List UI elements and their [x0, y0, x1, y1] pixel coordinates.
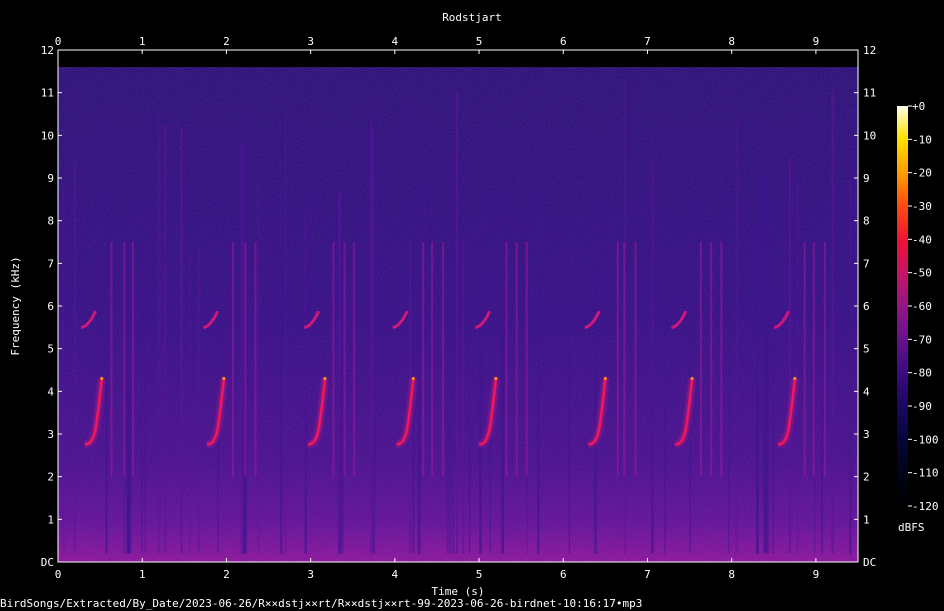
colorbar-tick-label: -110 [912, 467, 939, 480]
y-tick-label-right: 8 [863, 215, 870, 228]
colorbar-tick-label: -30 [912, 200, 932, 213]
x-tick-label-top: 4 [392, 35, 399, 48]
y-tick-label-left: 2 [47, 471, 54, 484]
x-tick-label-bottom: 3 [307, 568, 314, 581]
x-tick-label-top: 1 [139, 35, 146, 48]
y-tick-label-right: 3 [863, 428, 870, 441]
x-tick-label-bottom: 6 [560, 568, 567, 581]
chirp-peak [323, 376, 327, 381]
y-tick-label-right: 10 [863, 129, 876, 142]
chirp-peak [603, 376, 607, 381]
chirp-peak [100, 376, 104, 381]
y-tick-label-left: 4 [47, 385, 54, 398]
y-tick-label-left: 12 [41, 44, 54, 57]
x-tick-label-bottom: 1 [139, 568, 146, 581]
colorbar-tick-label: -120 [912, 500, 939, 513]
colorbar: +0 -10 -20 -30 -40 -50 -60 -70 -80 -90 -100 -110 -12… [897, 100, 939, 534]
y-axis-label: Frequency (kHz) [9, 256, 22, 355]
x-tick-label-top: 9 [813, 35, 820, 48]
y-tick-label-left: 8 [47, 215, 54, 228]
y-tick-label-right: 6 [863, 300, 870, 313]
y-tick-label-left: 6 [47, 300, 54, 313]
y-tick-label-right: 9 [863, 172, 870, 185]
x-tick-label-top: 5 [476, 35, 483, 48]
x-tick-label-top: 3 [307, 35, 314, 48]
spectrogram-plot [57, 49, 859, 563]
x-tick-label-bottom: 9 [813, 568, 820, 581]
colorbar-tick-label: -10 [912, 133, 932, 146]
x-tick-label-bottom: 8 [728, 568, 735, 581]
y-tick-label-left: 3 [47, 428, 54, 441]
colorbar-tick-label: +0 [912, 100, 925, 113]
colorbar-gradient [897, 106, 908, 506]
y-tick-label-right: 1 [863, 513, 870, 526]
x-tick-label-bottom: 4 [392, 568, 399, 581]
y-tick-label-left: 5 [47, 343, 54, 356]
colorbar-tick-label: -20 [912, 167, 932, 180]
x-tick-label-bottom: 7 [644, 568, 651, 581]
y-tick-label-right: 5 [863, 343, 870, 356]
x-tick-label-bottom: 5 [476, 568, 483, 581]
y-tick-label-left: 10 [41, 129, 54, 142]
y-tick-label-right: 2 [863, 471, 870, 484]
chirp-peak [690, 376, 694, 381]
colorbar-ticks: +0 -10 -20 -30 -40 -50 -60 -70 -80 -90 -100 -110 -12… [908, 100, 939, 513]
y-tick-label-right: 11 [863, 87, 876, 100]
colorbar-tick-label: -80 [912, 367, 932, 380]
x-tick-label-bottom: 0 [55, 568, 62, 581]
y-tick-label-left: 9 [47, 172, 54, 185]
chirp-peak [494, 376, 498, 381]
colorbar-tick-label: -40 [912, 233, 932, 246]
x-tick-label-top: 6 [560, 35, 567, 48]
y-tick-label-left: 1 [47, 513, 54, 526]
colorbar-tick-label: -70 [912, 333, 932, 346]
y-tick-label-right: DC [863, 556, 876, 569]
x-tick-label-bottom: 2 [223, 568, 230, 581]
y-tick-label-left: 11 [41, 87, 54, 100]
y-tick-label-right: 12 [863, 44, 876, 57]
chirp-peak [793, 376, 797, 381]
colorbar-tick-label: -100 [912, 433, 939, 446]
x-tick-label-top: 0 [55, 35, 62, 48]
x-tick-label-top: 7 [644, 35, 651, 48]
colorbar-tick-label: -90 [912, 400, 932, 413]
y-tick-label-right: 7 [863, 257, 870, 270]
x-tick-label-top: 2 [223, 35, 230, 48]
y-tick-label-left: DC [41, 556, 54, 569]
colorbar-tick-label: -50 [912, 267, 932, 280]
x-tick-label-top: 8 [728, 35, 735, 48]
spectrogram-chart: Rodstjart 00112233445566778899DC DC1 12 23 3… [0, 11, 939, 610]
y-tick-label-right: 4 [863, 385, 870, 398]
chirp-peak [222, 376, 226, 381]
colorbar-unit-label: dBFS [898, 521, 925, 534]
chart-title: Rodstjart [442, 11, 502, 24]
colorbar-tick-label: -60 [912, 300, 932, 313]
y-tick-label-left: 7 [47, 257, 54, 270]
file-path-caption: BirdSongs/Extracted/By_Date/2023-06-26/R… [0, 597, 642, 610]
chirp-peak [411, 376, 415, 381]
